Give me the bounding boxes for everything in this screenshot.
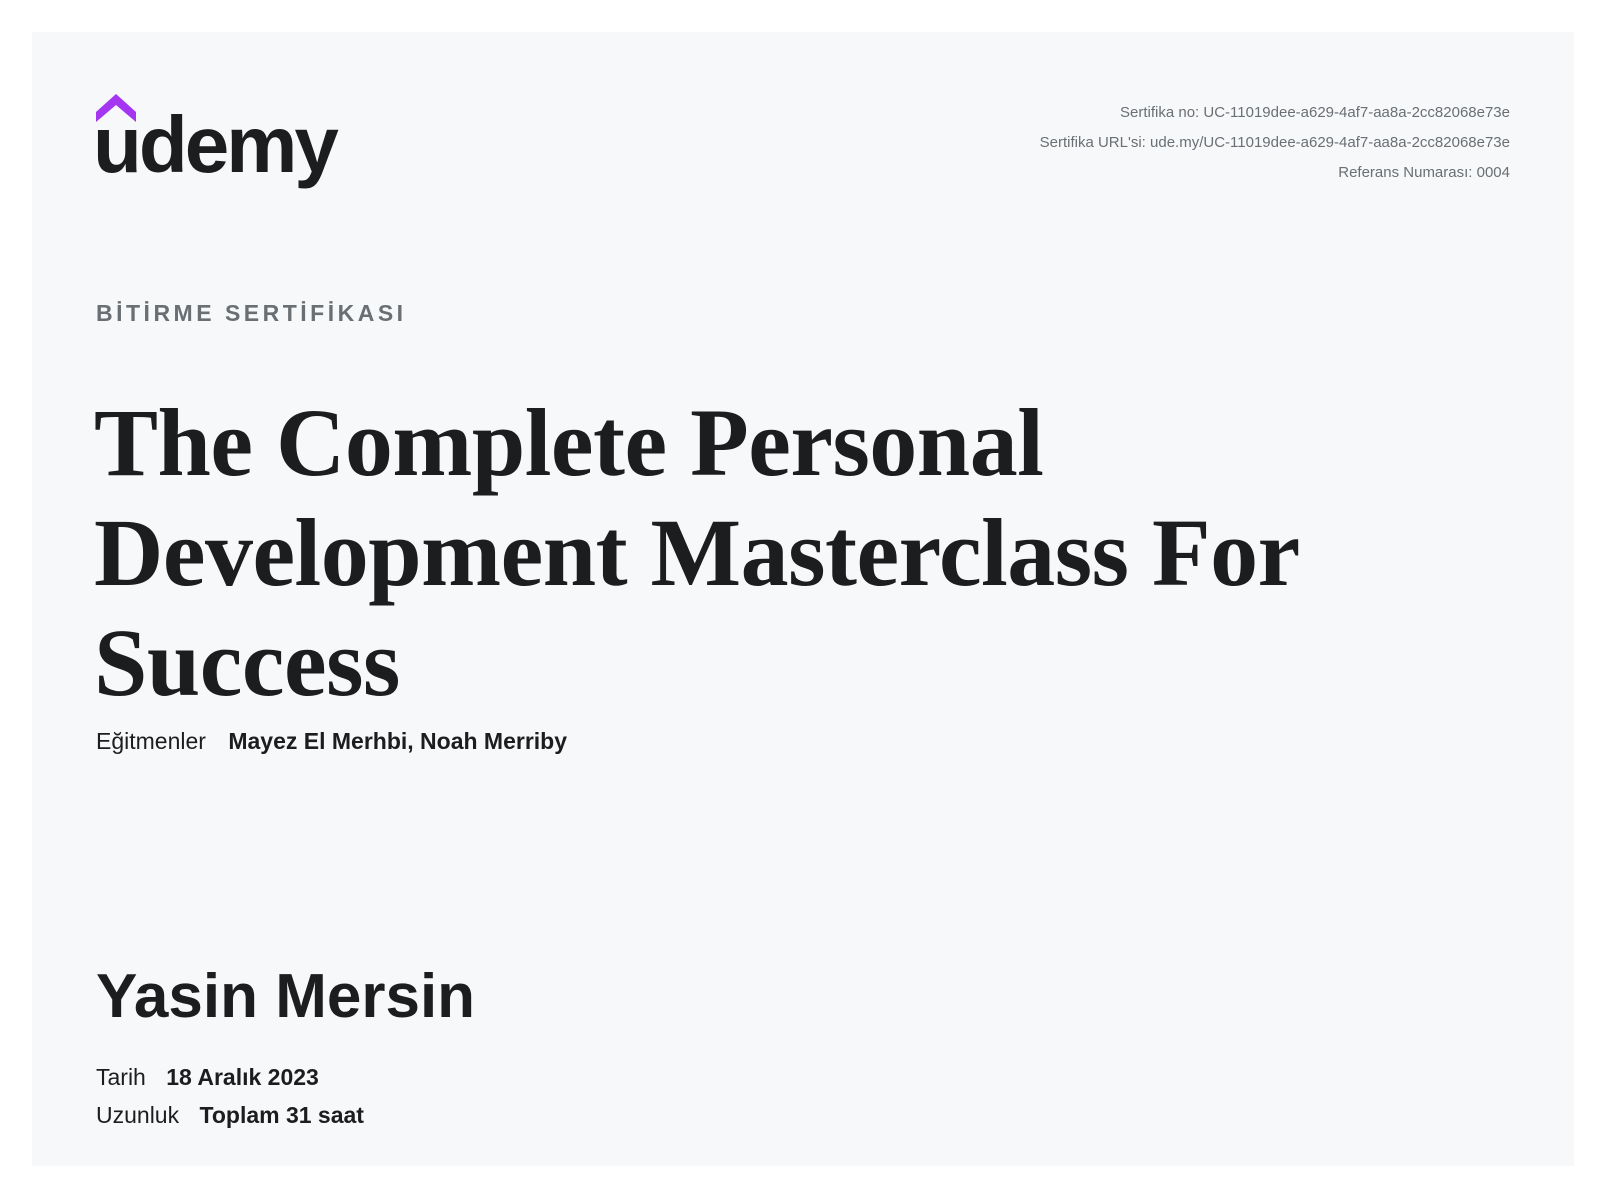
instructors: Eğitmenler Mayez El Merhbi, Noah Merriby <box>96 728 567 755</box>
date-row: Tarih 18 Aralık 2023 <box>96 1058 364 1096</box>
certificate-heading: BİTİRME SERTİFİKASI <box>96 300 407 326</box>
certificate: udemy Sertifika no: UC-11019dee-a629-4af… <box>32 32 1574 1166</box>
length-value: Toplam 31 saat <box>199 1102 364 1128</box>
reference-number: Referans Numarası: 0004 <box>1338 164 1510 181</box>
udemy-logo: udemy <box>96 94 342 189</box>
length-row: Uzunluk Toplam 31 saat <box>96 1096 364 1134</box>
course-title: The Complete Personal Development Master… <box>94 389 1298 716</box>
certificate-meta: Sertifika no: UC-11019dee-a629-4af7-aa8a… <box>1040 98 1510 188</box>
instructors-label: Eğitmenler <box>96 728 206 754</box>
recipient-name: Yasin Mersin <box>96 962 476 1031</box>
date-label: Tarih <box>96 1064 146 1090</box>
date-value: 18 Aralık 2023 <box>166 1064 319 1090</box>
length-label: Uzunluk <box>96 1102 180 1128</box>
certificate-details: Tarih 18 Aralık 2023 Uzunluk Toplam 31 s… <box>96 1058 364 1134</box>
certificate-url: Sertifika URL'si: ude.my/UC-11019dee-a62… <box>1039 134 1510 151</box>
udemy-logo-wordmark: udemy <box>96 100 339 189</box>
certificate-number: Sertifika no: UC-11019dee-a629-4af7-aa8a… <box>1120 104 1510 121</box>
instructors-names: Mayez El Merhbi, Noah Merriby <box>228 728 568 754</box>
